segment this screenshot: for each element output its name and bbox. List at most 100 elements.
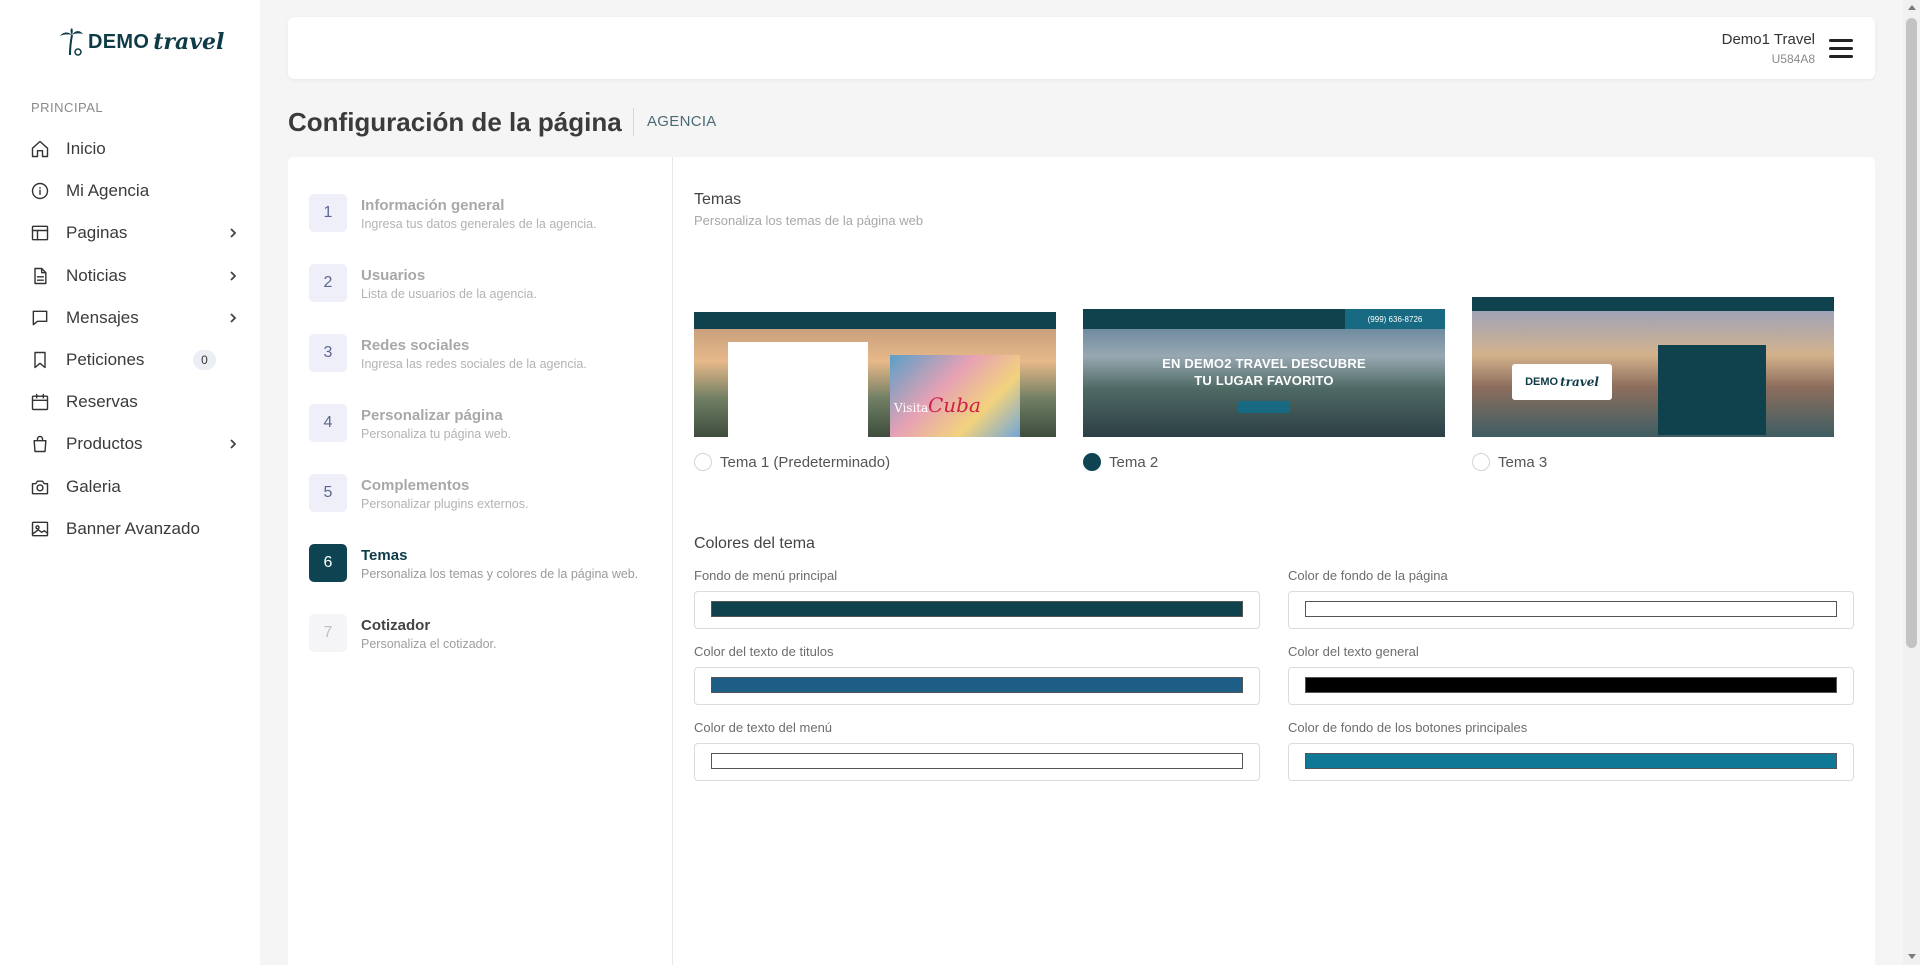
color-picker-menu-text[interactable] [694, 743, 1260, 781]
preview-headline-line-2: TU LUGAR FAVORITO [1194, 373, 1334, 388]
color-field-label: Color del texto general [1288, 644, 1419, 659]
chevron-right-icon [226, 311, 240, 325]
sidebar-item-inicio[interactable]: Inicio [0, 128, 260, 170]
preview-nav: (999) 636-8726 [1083, 309, 1445, 329]
theme-2-label: Tema 2 [1109, 453, 1159, 471]
page-tag: AGENCIA [647, 113, 717, 130]
color-field-page-background: Color de fondo de la página [1288, 568, 1854, 629]
sidebar-item-galeria[interactable]: Galeria [0, 466, 260, 508]
step-complementos[interactable]: 5 Complementos Personalizar plugins exter… [309, 474, 669, 518]
page-scrollbar[interactable] [1903, 0, 1920, 965]
preview-visita-text: Visita [894, 401, 929, 415]
chevron-right-icon [226, 269, 240, 283]
step-temas[interactable]: 6 Temas Personaliza los temas y colores d… [309, 544, 669, 588]
info-icon [30, 181, 50, 201]
chevron-right-icon [226, 226, 240, 240]
message-icon [30, 308, 50, 328]
hamburger-line [1829, 47, 1853, 50]
step-number: 5 [309, 474, 347, 512]
scrollbar-thumb[interactable] [1906, 18, 1917, 648]
user-name[interactable]: Demo1 Travel [1722, 31, 1815, 48]
preview-logo: DEMO travel [1512, 364, 1612, 400]
theme-option-2: (999) 636-8726 EN DEMO2 TRAVEL DESCUBRE … [1083, 287, 1445, 471]
step-personalizar-pagina[interactable]: 4 Personalizar página Personaliza tu pági… [309, 404, 669, 448]
calendar-icon [30, 392, 50, 412]
theme-option-3: DEMO travel Tema 3 [1472, 287, 1834, 471]
color-picker-titles-text[interactable] [694, 667, 1260, 705]
sidebar-item-mi-agencia[interactable]: Mi Agencia [0, 170, 260, 212]
theme-1-radio[interactable] [694, 453, 712, 471]
sidebar-item-paginas[interactable]: Paginas [0, 212, 260, 254]
sidebar-item-label: Mi Agencia [66, 181, 150, 201]
step-informacion-general[interactable]: 1 Información general Ingresa tus datos g… [309, 194, 669, 238]
preview-header [1083, 287, 1445, 309]
step-title: Personalizar página [361, 407, 503, 424]
step-subtitle: Personaliza los temas y colores de la pá… [361, 567, 639, 581]
color-field-menu-background: Fondo de menú principal [694, 568, 1260, 629]
theme-1-radio-option[interactable]: Tema 1 (Predeterminado) [694, 453, 1056, 471]
color-field-titles-text: Color del texto de titulos [694, 644, 1260, 705]
preview-cta-button [1238, 401, 1290, 413]
preview-nav [694, 312, 1056, 329]
sidebar-item-productos[interactable]: Productos [0, 423, 260, 465]
preview-logo-demo: DEMO [1525, 376, 1559, 388]
themes-section-subtitle: Personaliza los temas de la página web [694, 213, 924, 228]
step-subtitle: Personaliza tu página web. [361, 427, 512, 441]
sidebar-item-reservas[interactable]: Reservas [0, 381, 260, 423]
theme-1-preview[interactable]: Visita Cuba [694, 287, 1056, 437]
user-id: U584A8 [1771, 52, 1815, 66]
color-swatch [711, 677, 1243, 693]
theme-3-radio-option[interactable]: Tema 3 [1472, 453, 1834, 471]
step-title: Cotizador [361, 617, 431, 634]
config-card: 1 Información general Ingresa tus datos g… [288, 157, 1875, 965]
brand-logo[interactable]: DEMO travel [58, 26, 224, 58]
sidebar-item-label: Reservas [66, 392, 138, 412]
step-subtitle: Personalizar plugins externos. [361, 497, 529, 511]
step-title: Temas [361, 547, 408, 564]
peticiones-count-badge: 0 [193, 349, 216, 370]
preview-search-form [728, 342, 868, 437]
hamburger-line [1829, 55, 1853, 58]
color-swatch [1305, 601, 1837, 617]
color-field-label: Color de texto del menú [694, 720, 833, 735]
sidebar-item-noticias[interactable]: Noticias [0, 255, 260, 297]
step-number: 1 [309, 194, 347, 232]
color-picker-menu-background[interactable] [694, 591, 1260, 629]
color-field-label: Color del texto de titulos [694, 644, 834, 659]
sidebar-item-mensajes[interactable]: Mensajes [0, 297, 260, 339]
step-cotizador[interactable]: 7 Cotizador Personaliza el cotizador. [309, 614, 669, 658]
color-field-label: Fondo de menú principal [694, 568, 838, 583]
theme-3-preview[interactable]: DEMO travel [1472, 287, 1834, 437]
theme-3-radio[interactable] [1472, 453, 1490, 471]
top-header: Demo1 Travel U584A8 [288, 17, 1875, 79]
step-usuarios[interactable]: 2 Usuarios Lista de usuarios de la agenci… [309, 264, 669, 308]
palm-tree-icon [60, 28, 83, 56]
color-picker-general-text[interactable] [1288, 667, 1854, 705]
scroll-up-arrow-icon[interactable] [1908, 5, 1916, 10]
menu-toggle-button[interactable] [1829, 39, 1853, 58]
sidebar-item-label: Inicio [66, 139, 106, 159]
sidebar-item-label: Noticias [66, 265, 127, 285]
preview-headline-line-1: EN DEMO2 TRAVEL DESCUBRE [1162, 356, 1366, 371]
scroll-down-arrow-icon[interactable] [1908, 954, 1916, 959]
themes-section-title: Temas [694, 191, 742, 208]
sidebar-item-label: Paginas [66, 223, 128, 243]
step-subtitle: Lista de usuarios de la agencia. [361, 287, 537, 301]
logo-travel-text: travel [153, 29, 225, 55]
color-picker-page-background[interactable] [1288, 591, 1854, 629]
color-field-menu-text: Color de texto del menú [694, 720, 1260, 781]
sidebar-item-label: Banner Avanzado [66, 518, 200, 538]
step-redes-sociales[interactable]: 3 Redes sociales Ingresa las redes social… [309, 334, 669, 378]
step-number: 2 [309, 264, 347, 302]
theme-2-radio-option[interactable]: Tema 2 [1083, 453, 1445, 471]
theme-3-label: Tema 3 [1498, 453, 1548, 471]
theme-colors-title: Colores del tema [694, 535, 815, 552]
theme-2-preview[interactable]: (999) 636-8726 EN DEMO2 TRAVEL DESCUBRE … [1083, 287, 1445, 437]
sidebar-item-label: Galeria [66, 476, 121, 496]
step-title: Información general [361, 197, 505, 214]
theme-2-radio[interactable] [1083, 453, 1101, 471]
color-swatch [1305, 753, 1837, 769]
color-picker-main-buttons-background[interactable] [1288, 743, 1854, 781]
sidebar-item-banner-avanzado[interactable]: Banner Avanzado [0, 508, 260, 550]
sidebar-item-peticiones[interactable]: Peticiones 0 [0, 339, 260, 381]
